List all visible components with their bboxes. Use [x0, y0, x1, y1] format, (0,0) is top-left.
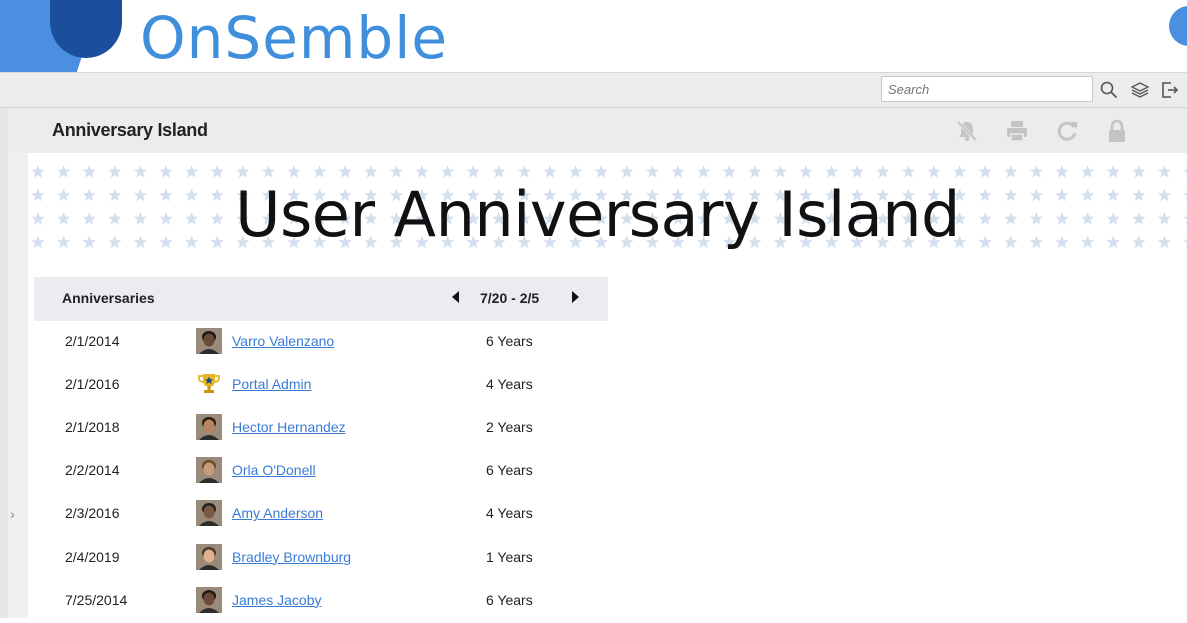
anniversaries-header: Anniversaries 7/20 - 2/5 [34, 277, 608, 321]
anniversary-date: 2/3/2016 [65, 505, 120, 522]
years-of-service: 4 Years [486, 505, 533, 522]
previous-range-button[interactable] [452, 291, 459, 303]
search-input[interactable] [881, 76, 1093, 102]
anniversary-row: 7/25/2014 James Jacoby 6 Years [34, 580, 608, 623]
left-gutter [0, 108, 8, 618]
user-name-link[interactable]: Varro Valenzano [232, 333, 334, 349]
notifications-off-icon[interactable] [954, 118, 980, 144]
trophy-icon [196, 371, 222, 397]
years-of-service: 6 Years [486, 462, 533, 479]
anniversary-date: 2/1/2016 [65, 376, 120, 393]
title-bar: Anniversary Island [8, 108, 1187, 153]
anniversary-date: 2/2/2014 [65, 462, 120, 479]
avatar [196, 457, 222, 484]
avatar [196, 500, 222, 527]
user-name-link[interactable]: James Jacoby [232, 592, 321, 608]
user-avatar-circle[interactable] [1169, 6, 1187, 46]
anniversary-date: 2/4/2019 [65, 548, 120, 565]
user-name-link[interactable]: Portal Admin [232, 376, 311, 392]
anniversary-date: 2/1/2018 [65, 419, 120, 436]
left-sidebar-strip [8, 153, 28, 618]
layers-icon[interactable] [1130, 80, 1150, 100]
refresh-icon[interactable] [1054, 118, 1080, 144]
anniversaries-title: Anniversaries [62, 290, 155, 306]
years-of-service: 6 Years [486, 333, 533, 349]
logout-icon[interactable] [1160, 80, 1180, 100]
anniversary-banner: User Anniversary Island [28, 153, 1187, 271]
user-name-link[interactable]: Bradley Brownburg [232, 549, 351, 565]
expand-sidebar-icon[interactable]: › [10, 506, 15, 522]
user-name-link[interactable]: Amy Anderson [232, 505, 323, 521]
date-range: 7/20 - 2/5 [480, 290, 540, 306]
anniversary-row: 2/3/2016 Amy Anderson 4 Years [34, 493, 608, 536]
anniversary-row: 2/4/2019 Bradley Brownburg 1 Years [34, 537, 608, 580]
user-name-link[interactable]: Orla O'Donell [232, 462, 316, 478]
toolbar [0, 73, 1187, 108]
years-of-service: 6 Years [486, 591, 533, 608]
logo-text[interactable]: OnSemble [140, 2, 448, 72]
user-name-link[interactable]: Hector Hernandez [232, 419, 346, 435]
anniversary-row: 2/2/2014 Orla O'Donell 6 Years [34, 450, 608, 493]
lock-icon[interactable] [1104, 118, 1130, 144]
anniversary-date: 2/1/2014 [65, 333, 120, 349]
anniversary-row: 2/1/2014 Varro Valenzano 6 Years [34, 321, 608, 364]
avatar [196, 586, 222, 613]
avatar [196, 414, 222, 441]
years-of-service: 1 Years [486, 548, 533, 565]
next-range-button[interactable] [572, 291, 579, 303]
anniversary-row: 2/1/2016 Portal Admin 4 Years [34, 364, 608, 407]
years-of-service: 2 Years [486, 419, 533, 436]
page-title: Anniversary Island [52, 120, 208, 140]
top-header: OnSemble [0, 0, 1187, 73]
anniversary-date: 7/25/2014 [65, 591, 128, 608]
years-of-service: 4 Years [486, 376, 533, 393]
avatar [196, 328, 222, 354]
banner-title: User Anniversary Island [235, 178, 960, 251]
avatar [196, 543, 222, 570]
anniversary-row: 2/1/2018 Hector Hernandez 2 Years [34, 407, 608, 450]
print-icon[interactable] [1004, 118, 1030, 144]
search-icon[interactable] [1099, 80, 1119, 100]
